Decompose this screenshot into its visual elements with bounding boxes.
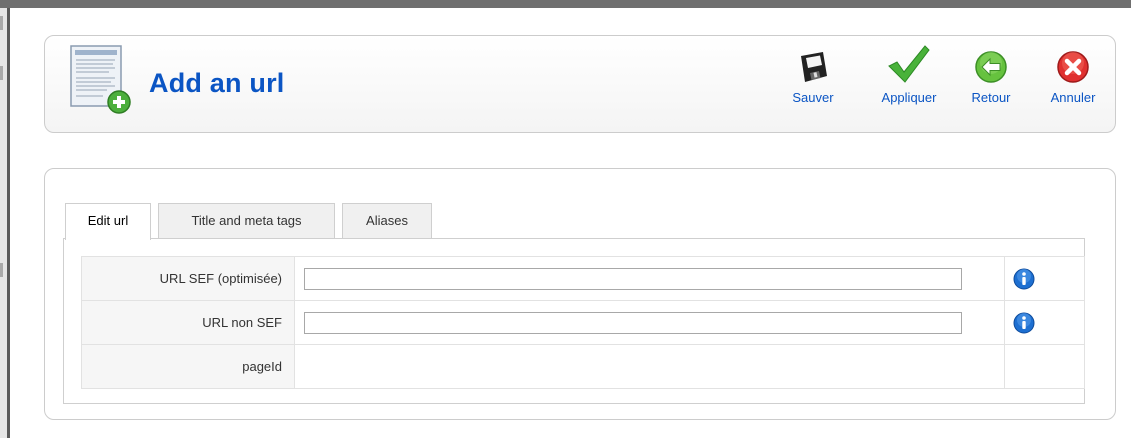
url-sef-input[interactable] — [304, 267, 962, 290]
save-label: Sauver — [792, 90, 834, 105]
tab-label: Title and meta tags — [191, 213, 302, 228]
cancel-label: Annuler — [1050, 90, 1096, 105]
tab-content: URL SEF (optimisée) URL non SEF pageId — [63, 238, 1085, 404]
save-button[interactable]: Sauver — [787, 50, 839, 105]
cancel-button[interactable]: Annuler — [1041, 50, 1105, 105]
table-row: pageId — [81, 344, 1085, 389]
add-page-icon — [70, 45, 131, 114]
window-top-border — [0, 0, 1131, 8]
url-non-sef-input[interactable] — [304, 311, 962, 334]
checkmark-icon — [888, 45, 930, 83]
tab-title-meta-tags[interactable]: Title and meta tags — [158, 203, 335, 239]
url-form-table: URL SEF (optimisée) URL non SEF pageId — [81, 256, 1085, 389]
pageid-value — [294, 344, 1005, 389]
tab-edit-url[interactable]: Edit url — [65, 203, 151, 240]
window-left-border — [0, 8, 10, 438]
tab-label: Aliases — [366, 213, 408, 228]
back-label: Retour — [971, 90, 1011, 105]
back-arrow-icon — [975, 51, 1007, 83]
info-icon[interactable] — [1013, 312, 1035, 334]
form-panel: Edit url Title and meta tags Aliases URL… — [44, 168, 1116, 420]
table-row: URL SEF (optimisée) — [81, 256, 1085, 301]
field-label: pageId — [81, 344, 295, 389]
field-label: URL SEF (optimisée) — [81, 256, 295, 301]
apply-label: Appliquer — [881, 90, 937, 105]
table-row: URL non SEF — [81, 300, 1085, 345]
info-icon[interactable] — [1013, 268, 1035, 290]
page-title: Add an url — [149, 68, 285, 98]
apply-button[interactable]: Appliquer — [867, 45, 951, 105]
cancel-x-icon — [1057, 51, 1089, 83]
toolbar-panel: Add an url Sauver Appliquer Retour Annul… — [44, 35, 1116, 133]
tab-label: Edit url — [87, 213, 129, 228]
back-button[interactable]: Retour — [963, 50, 1019, 105]
field-label: URL non SEF — [81, 300, 295, 345]
tab-aliases[interactable]: Aliases — [342, 203, 432, 239]
floppy-disk-icon — [801, 52, 827, 82]
